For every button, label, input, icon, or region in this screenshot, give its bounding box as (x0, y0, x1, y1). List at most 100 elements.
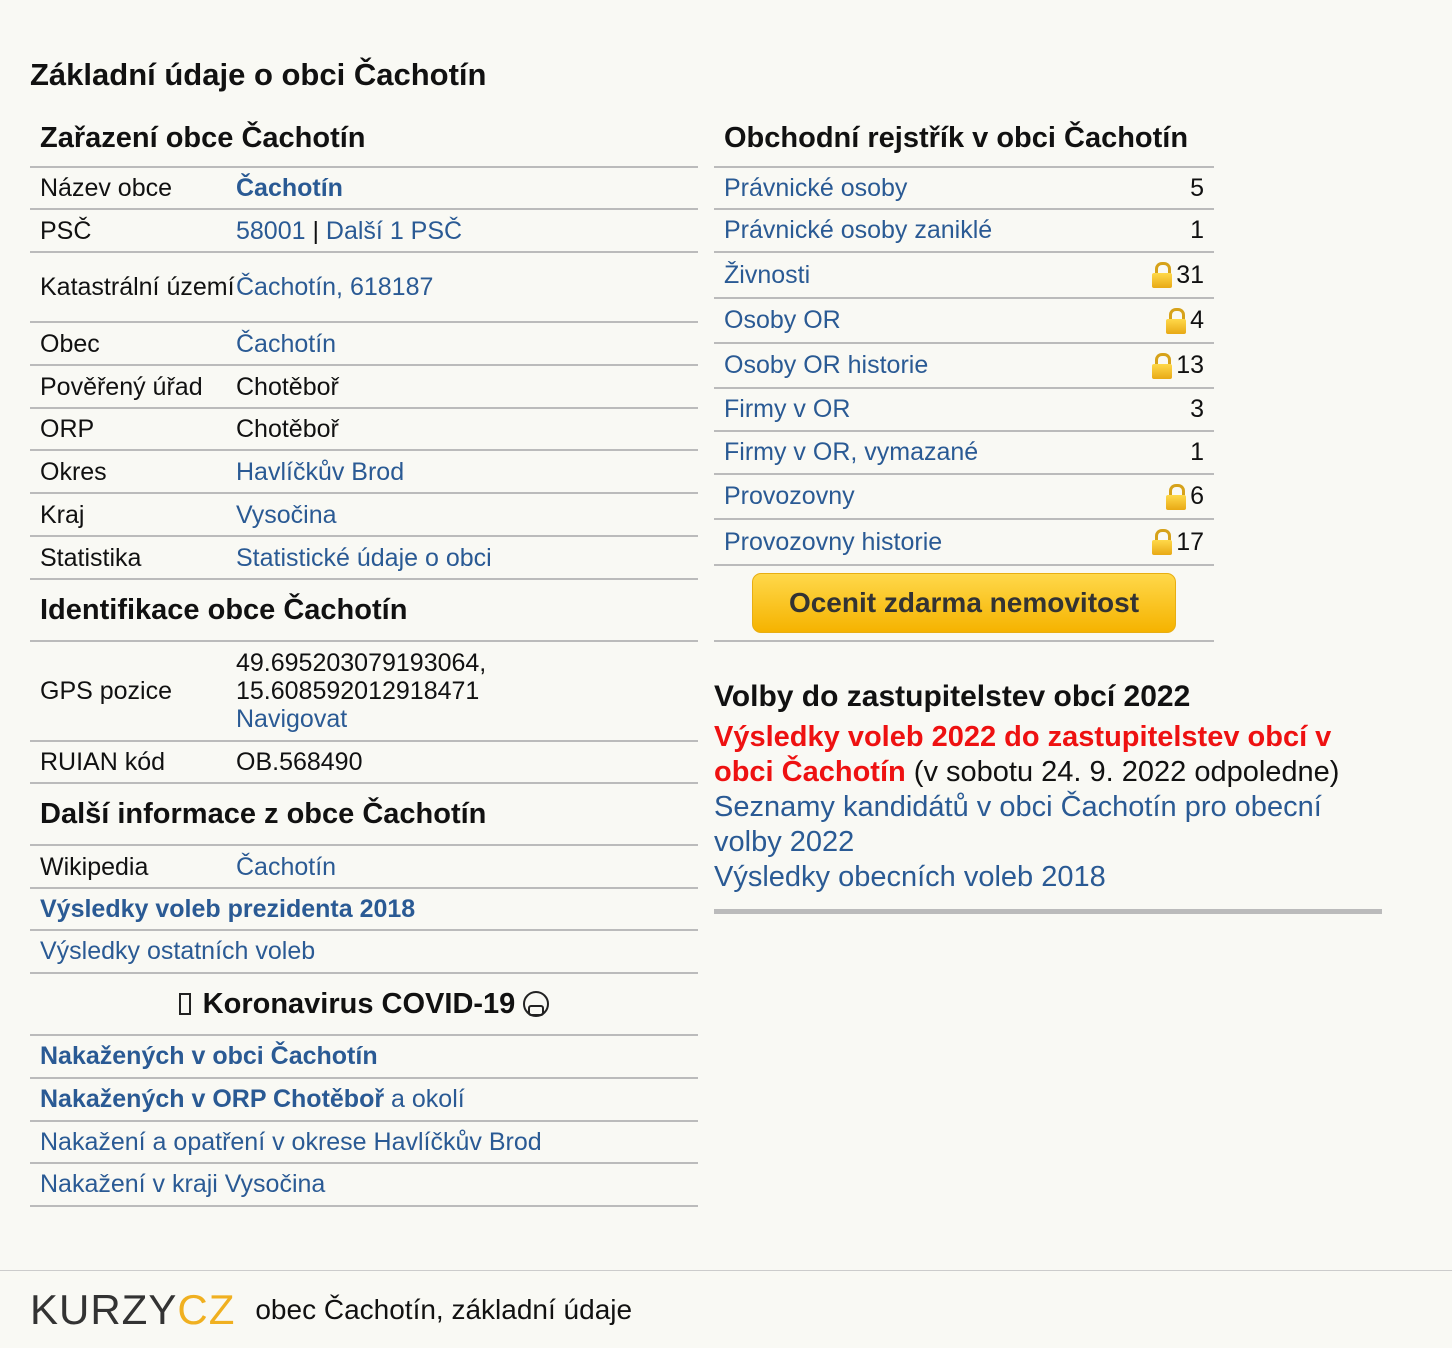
volby-title: Volby do zastupitelstev obcí 2022 (714, 680, 1191, 713)
orp-value: Chotěboř (236, 415, 339, 443)
logo-kurzy-text: KURZY (30, 1285, 178, 1333)
row-key: Okres (40, 457, 107, 486)
logo-cz-text: CZ (177, 1285, 236, 1333)
row-ostatni-volby: Výsledky ostatních voleb (30, 931, 698, 974)
rejstrik-row: Provozovny historie 17 (714, 520, 1214, 566)
row-obec: Obec Čachotín (30, 323, 698, 366)
right-column: Obchodní rejstřík v obci Čachotín Právni… (714, 110, 1214, 642)
left-column: Zařazení obce Čachotín Název obce Čachot… (30, 110, 698, 1207)
dalsi-title: Další informace z obce Čachotín (30, 784, 698, 846)
ocenit-nemovitost-button[interactable]: Ocenit zdarma nemovitost (752, 573, 1176, 633)
kandidati-link[interactable]: Seznamy kandidátů v obci Čachotín pro ob… (714, 791, 1322, 858)
count-value: 17 (1176, 527, 1204, 556)
zarazeni-title: Zařazení obce Čachotín (30, 110, 698, 168)
row-key: Pověřený úřad (40, 372, 203, 401)
dalsi-psc-link[interactable]: Další 1 PSČ (326, 217, 462, 245)
navigovat-link[interactable]: Navigovat (236, 705, 347, 733)
rejstrik-row: Osoby OR historie 13 (714, 344, 1214, 389)
row-key: Statistika (40, 543, 142, 572)
row-wikipedia: Wikipedia Čachotín (30, 846, 698, 889)
rejstrik-row: Provozovny 6 (714, 475, 1214, 520)
provozovny-historie-link[interactable]: Provozovny historie (724, 528, 942, 557)
pravnicke-osoby-zanikle-link[interactable]: Právnické osoby zaniklé (724, 216, 992, 245)
covid-title-row: Koronavirus COVID-19 (30, 974, 698, 1036)
rejstrik-title: Obchodní rejstřík v obci Čachotín (714, 110, 1214, 168)
covid-title: Koronavirus COVID-19 (202, 987, 516, 1020)
row-key: Wikipedia (40, 852, 149, 881)
rejstrik-row: Právnické osoby 5 (714, 168, 1214, 210)
row-key: Název obce (40, 174, 173, 202)
provozovny-link[interactable]: Provozovny (724, 482, 855, 511)
placeholder-glyph-icon (178, 993, 191, 1015)
row-okres: Okres Havlíčkův Brod (30, 451, 698, 494)
row-key: Obec (40, 329, 100, 358)
volby-divider (714, 909, 1382, 914)
count-value: 3 (1190, 395, 1204, 423)
gps-latitude: 49.695203079193064, (236, 649, 487, 677)
okres-link[interactable]: Havlíčkův Brod (236, 458, 404, 486)
cta-wrapper: Ocenit zdarma nemovitost (714, 566, 1214, 642)
count-value: 31 (1176, 260, 1204, 289)
mask-face-icon (523, 991, 550, 1017)
row-key: ORP (40, 415, 95, 443)
katastralni-uzemi-link[interactable]: Čachotín, 618187 (236, 273, 433, 301)
lock-icon (1166, 307, 1187, 334)
vysledky-2018-link[interactable]: Výsledky obecních voleb 2018 (714, 861, 1106, 893)
rejstrik-row: Právnické osoby zaniklé 1 (714, 210, 1214, 253)
kraj-link[interactable]: Vysočina (236, 501, 337, 529)
firmy-v-or-vymazane-link[interactable]: Firmy v OR, vymazané (724, 438, 978, 467)
covid-orp-link[interactable]: Nakažených v ORP Chotěboř a okolí (40, 1085, 465, 1114)
count-value: 1 (1190, 438, 1204, 466)
row-katastralni-uzemi: Katastrální území Čachotín, 618187 (30, 253, 698, 323)
rejstrik-row: Firmy v OR, vymazané 1 (714, 432, 1214, 475)
row-key: Katastrální území (40, 273, 235, 301)
count-value: 5 (1190, 173, 1204, 202)
covid-okres-link[interactable]: Nakažení a opatření v okrese Havlíčkův B… (40, 1128, 542, 1157)
row-covid-kraj: Nakažení v kraji Vysočina (30, 1164, 698, 1207)
row-key: RUIAN kód (40, 748, 166, 776)
osoby-or-historie-link[interactable]: Osoby OR historie (724, 351, 928, 380)
osoby-or-link[interactable]: Osoby OR (724, 306, 841, 335)
pravnicke-osoby-link[interactable]: Právnické osoby (724, 174, 907, 203)
nazev-obce-link[interactable]: Čachotín (236, 174, 343, 202)
firmy-v-or-link[interactable]: Firmy v OR (724, 395, 850, 424)
psc-link[interactable]: 58001 (236, 217, 306, 245)
rejstrik-row: Osoby OR 4 (714, 299, 1214, 344)
row-covid-orp: Nakažených v ORP Chotěboř a okolí (30, 1079, 698, 1122)
volby-results-note: (v sobotu 24. 9. 2022 odpoledne) (905, 756, 1340, 788)
row-psc: PSČ 58001 | Další 1 PSČ (30, 210, 698, 253)
povereny-urad-value: Chotěboř (236, 372, 339, 401)
ruian-value: OB.568490 (236, 748, 363, 776)
row-orp: ORP Chotěboř (30, 409, 698, 451)
row-key: Kraj (40, 500, 85, 529)
row-statistika: Statistika Statistické údaje o obci (30, 537, 698, 580)
row-ruian: RUIAN kód OB.568490 (30, 742, 698, 784)
ostatni-volby-link[interactable]: Výsledky ostatních voleb (40, 937, 315, 966)
row-gps: GPS pozice 49.695203079193064, 15.608592… (30, 642, 698, 742)
kurzy-logo[interactable]: KURZYCZ (30, 1286, 235, 1334)
statistika-link[interactable]: Statistické údaje o obci (236, 544, 492, 572)
rejstrik-row: Firmy v OR 3 (714, 389, 1214, 432)
lock-icon (1152, 529, 1173, 555)
count-value: 6 (1190, 482, 1204, 510)
obec-link[interactable]: Čachotín (236, 330, 336, 358)
identifikace-title: Identifikace obce Čachotín (30, 580, 698, 642)
covid-orp-bold: Nakažených v ORP Chotěboř (40, 1085, 385, 1113)
volby-results-line: Výsledky voleb 2022 do zastupitelstev ob… (714, 720, 1382, 790)
covid-obec-link[interactable]: Nakažených v obci Čachotín (40, 1042, 378, 1071)
zivnosti-link[interactable]: Živnosti (724, 261, 810, 290)
count-value: 4 (1190, 306, 1204, 334)
rejstrik-row: Živnosti 31 (714, 253, 1214, 299)
row-povereny-urad: Pověřený úřad Chotěboř (30, 366, 698, 409)
prezident-2018-link[interactable]: Výsledky voleb prezidenta 2018 (40, 895, 415, 924)
row-nazev-obce: Název obce Čachotín (30, 168, 698, 210)
gps-longitude: 15.608592012918471 (236, 677, 480, 705)
row-prezident: Výsledky voleb prezidenta 2018 (30, 889, 698, 931)
wikipedia-link[interactable]: Čachotín (236, 853, 336, 881)
row-key: PSČ (40, 216, 92, 245)
page-title: Základní údaje o obci Čachotín (30, 57, 487, 92)
covid-kraj-link[interactable]: Nakažení v kraji Vysočina (40, 1170, 325, 1199)
count-value: 1 (1190, 216, 1204, 244)
row-covid-okres: Nakažení a opatření v okrese Havlíčkův B… (30, 1122, 698, 1164)
covid-orp-rest: a okolí (384, 1085, 465, 1113)
